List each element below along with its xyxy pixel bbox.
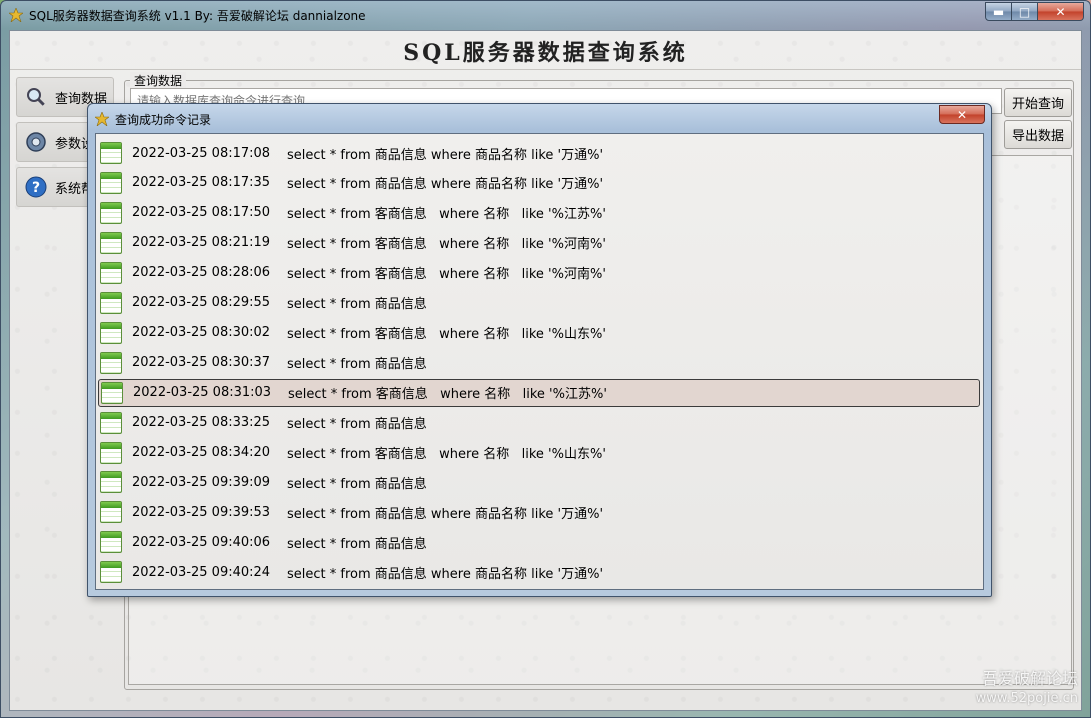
list-item[interactable]: 2022-03-25 08:17:08 select * from 商品信息 wh… <box>98 139 980 167</box>
record-icon <box>100 261 122 284</box>
record-time: 2022-03-25 08:31:03 <box>133 385 272 401</box>
app-icon <box>95 112 109 126</box>
record-icon <box>100 351 122 374</box>
record-time: 2022-03-25 08:33:25 <box>132 415 271 431</box>
window-title: SQL服务器数据查询系统 v1.1 By: 吾爱破解论坛 dannialzone <box>29 9 366 23</box>
svg-text:?: ? <box>32 180 40 196</box>
record-sql: select * from 客商信息 where 名称 like '%河南%' <box>287 237 606 253</box>
list-item[interactable]: 2022-03-25 08:34:20 select * from 客商信息 wh… <box>98 439 980 467</box>
list-item[interactable]: 2022-03-25 09:39:09 select * from 商品信息 <box>98 468 980 496</box>
list-item[interactable]: 2022-03-25 08:28:06 select * from 客商信息 wh… <box>98 259 980 287</box>
watermark-url: www.52pojie.cn <box>975 691 1078 706</box>
record-sql: select * from 商品信息 where 商品名称 like '万通%' <box>287 506 604 522</box>
list-item[interactable]: 2022-03-25 09:39:53 select * from 商品信息 wh… <box>98 498 980 526</box>
record-sql: select * from 商品信息 where 商品名称 like '万通%' <box>287 147 604 163</box>
record-time: 2022-03-25 08:29:55 <box>132 295 271 311</box>
record-icon <box>100 501 122 524</box>
record-sql: select * from 客商信息 where 名称 like '%山东%' <box>287 327 606 343</box>
record-time: 2022-03-25 09:40:24 <box>132 564 271 580</box>
record-time: 2022-03-25 09:40:06 <box>132 534 271 550</box>
list-item[interactable]: 2022-03-25 09:40:24 select * from 商品信息 wh… <box>98 558 980 586</box>
watermark: 吾爱破解论坛 www.52pojie.cn <box>976 669 1078 709</box>
record-time: 2022-03-25 08:30:37 <box>132 355 271 371</box>
record-sql: select * from 客商信息 where 名称 like '%江苏%' <box>287 207 606 223</box>
history-list[interactable]: 2022-03-25 08:17:08 select * from 商品信息 wh… <box>95 133 984 590</box>
list-item[interactable]: 2022-03-25 08:30:02 select * from 客商信息 wh… <box>98 319 980 347</box>
app-icon <box>9 8 23 22</box>
help-icon: ? <box>25 176 47 198</box>
record-icon <box>100 321 122 344</box>
record-time: 2022-03-25 08:17:50 <box>132 205 271 221</box>
list-item[interactable]: 2022-03-25 09:40:06 select * from 商品信息 <box>98 528 980 556</box>
export-data-button[interactable]: 导出数据 <box>1004 120 1072 149</box>
record-icon <box>100 231 122 254</box>
minimize-button[interactable]: ▬ <box>985 2 1012 21</box>
record-time: 2022-03-25 08:17:35 <box>132 175 271 191</box>
record-sql: select * from 商品信息 <box>287 476 427 492</box>
search-icon <box>27 88 47 108</box>
record-icon <box>100 142 122 164</box>
record-sql: select * from 商品信息 where 商品名称 like '万通%' <box>287 177 604 193</box>
list-item[interactable]: 2022-03-25 08:31:03 select * from 客商信息 wh… <box>98 378 980 407</box>
record-icon <box>100 531 122 554</box>
list-item[interactable]: 2022-03-25 08:30:37 select * from 商品信息 <box>98 349 980 377</box>
list-item[interactable]: 2022-03-25 08:33:25 select * from 商品信息 <box>98 409 980 437</box>
record-icon <box>100 471 122 494</box>
record-icon <box>100 561 122 584</box>
record-sql: select * from 商品信息 where 商品名称 like '万通%' <box>287 566 604 582</box>
main-window: SQL服务器数据查询系统 v1.1 By: 吾爱破解论坛 dannialzone… <box>0 0 1091 718</box>
record-icon <box>100 291 122 314</box>
record-icon <box>100 411 122 434</box>
record-sql: select * from 商品信息 <box>287 536 427 552</box>
gear-icon <box>26 132 46 152</box>
record-sql: select * from 客商信息 where 名称 like '%山东%' <box>287 447 606 462</box>
record-sql: select * from 商品信息 <box>287 357 427 373</box>
record-icon <box>100 171 122 194</box>
start-query-button[interactable]: 开始查询 <box>1004 88 1072 117</box>
record-time: 2022-03-25 08:34:20 <box>132 445 271 460</box>
record-sql: select * from 客商信息 where 名称 like '%江苏%' <box>288 387 607 403</box>
title-bar[interactable]: SQL服务器数据查询系统 v1.1 By: 吾爱破解论坛 dannialzone… <box>1 1 1090 29</box>
record-time: 2022-03-25 08:21:19 <box>132 235 271 251</box>
record-sql: select * from 商品信息 <box>287 297 427 313</box>
record-time: 2022-03-25 09:39:53 <box>132 504 271 520</box>
page-title: SQL服务器数据查询系统 <box>403 40 688 66</box>
record-time: 2022-03-25 08:30:02 <box>132 325 271 341</box>
dialog-close-button[interactable]: ✕ <box>939 105 985 124</box>
record-time: 2022-03-25 08:17:08 <box>132 145 271 161</box>
header-divider <box>10 69 1081 70</box>
record-sql: select * from 客商信息 where 名称 like '%河南%' <box>287 267 606 283</box>
dialog-title: 查询成功命令记录 <box>115 113 212 127</box>
list-item[interactable]: 2022-03-25 08:17:50 select * from 客商信息 wh… <box>98 199 980 227</box>
record-icon <box>100 201 122 224</box>
list-item[interactable]: 2022-03-25 08:17:35 select * from 商品信息 wh… <box>98 169 980 197</box>
list-item[interactable]: 2022-03-25 08:21:19 select * from 客商信息 wh… <box>98 229 980 257</box>
record-time: 2022-03-25 09:39:09 <box>132 474 271 490</box>
record-icon <box>101 381 123 404</box>
record-time: 2022-03-25 08:28:06 <box>132 265 271 281</box>
watermark-title: 吾爱破解论坛 <box>981 669 1078 688</box>
history-dialog: 查询成功命令记录 ✕ 2022-03-25 08:17:08 select * f… <box>87 103 992 597</box>
record-icon <box>100 441 122 464</box>
caption-buttons: ▬ □ ✕ <box>985 2 1084 21</box>
close-button[interactable]: ✕ <box>1038 2 1084 21</box>
groupbox-label: 查询数据 <box>130 72 187 89</box>
record-sql: select * from 商品信息 <box>287 417 427 433</box>
maximize-button[interactable]: □ <box>1012 2 1038 21</box>
list-item[interactable]: 2022-03-25 08:29:55 select * from 商品信息 <box>98 289 980 317</box>
